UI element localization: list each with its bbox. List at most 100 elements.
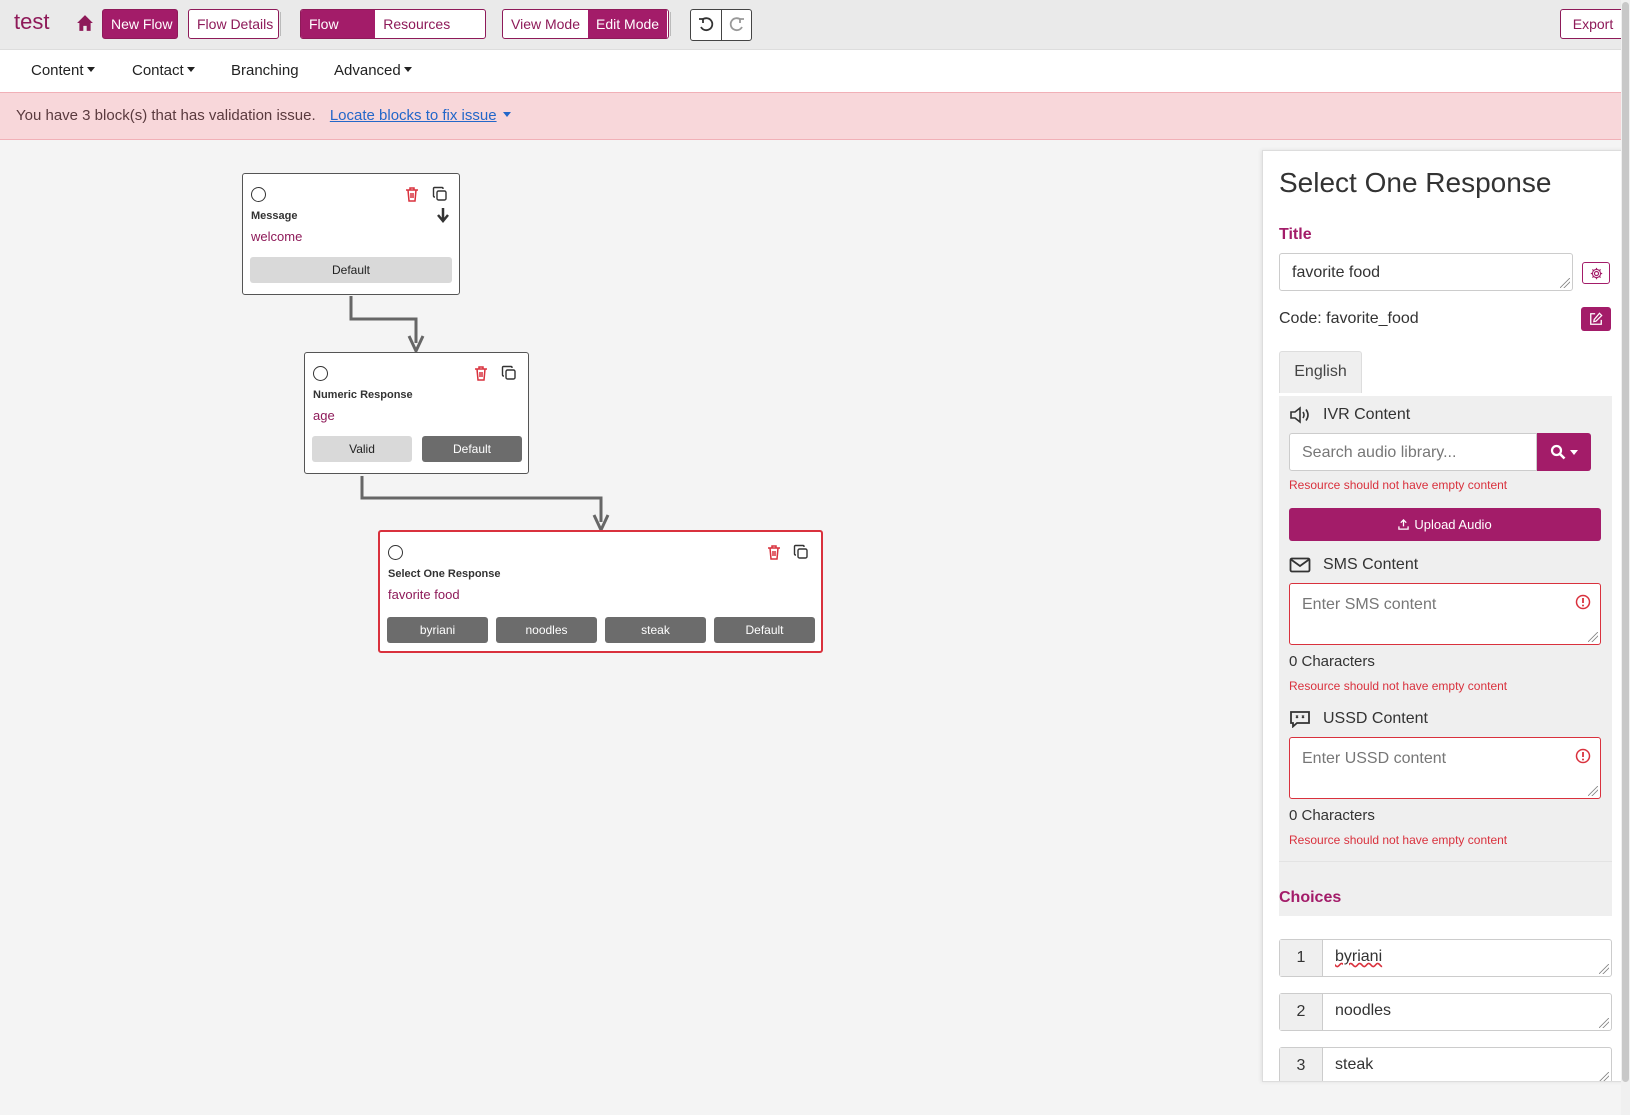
sms-heading-label: SMS Content [1323,556,1419,573]
envelope-icon [1289,557,1311,573]
top-toolbar: test New Flow Flow Details Flow view Res… [0,0,1630,50]
ivr-heading-label: IVR Content [1323,406,1411,424]
trash-icon[interactable] [766,544,782,560]
trash-icon[interactable] [404,186,420,202]
menu-advanced[interactable]: Advanced [334,62,412,79]
flow-view-button[interactable]: Flow view [301,10,376,38]
locate-blocks-link[interactable]: Locate blocks to fix issue [330,107,497,124]
resize-handle[interactable] [1599,1018,1609,1028]
node-label: favorite food [388,587,460,602]
redo-button[interactable] [721,10,751,40]
copy-icon[interactable] [432,186,448,202]
block-editor-panel: Select One Response Title favorite food … [1262,150,1627,1082]
language-tab-content: IVR Content Search audio library... Reso… [1279,396,1612,916]
resize-handle[interactable] [1588,632,1598,642]
block-menu-bar: Content Contact Branching Advanced [0,50,1630,92]
edit-code-button[interactable] [1581,307,1611,331]
resize-handle[interactable] [1599,964,1609,974]
menu-contact[interactable]: Contact [132,62,195,79]
tab-english[interactable]: English [1279,351,1362,393]
node-select-circle[interactable] [388,545,403,560]
copy-icon[interactable] [793,544,809,560]
audio-search-input[interactable]: Search audio library... [1289,433,1537,471]
redo-icon [729,17,744,32]
ussd-character-count: 0 Characters [1289,807,1375,824]
edit-mode-button[interactable]: Edit Mode [588,10,668,38]
choice-number: 1 [1280,940,1323,976]
exit-default[interactable]: Default [714,617,815,643]
exit-default[interactable]: Default [422,436,522,462]
view-toggle-group: Flow view Resources view [300,9,486,39]
search-icon [1550,444,1566,460]
exit-choice-noodles[interactable]: noodles [496,617,597,643]
scrollbar-thumb[interactable] [1622,2,1629,1082]
exit-valid[interactable]: Valid [312,436,412,462]
export-button[interactable]: Export [1560,9,1626,39]
node-select-circle[interactable] [313,366,328,381]
title-input[interactable]: favorite food [1279,253,1573,291]
mode-toggle-group: View Mode Edit Mode [502,9,669,39]
new-flow-button[interactable]: New Flow [102,9,178,39]
caret-down-icon[interactable] [502,112,511,117]
app-title: test [14,9,50,34]
ussd-heading-label: USSD Content [1323,710,1428,728]
exit-default[interactable]: Default [250,257,452,283]
node-type: Numeric Response [313,389,413,401]
choice-row[interactable]: 2 noodles [1279,993,1612,1031]
page-scrollbar[interactable] [1621,0,1630,1115]
validation-alert: You have 3 block(s) that has validation … [0,92,1630,140]
edit-icon [1590,312,1603,325]
flow-node-message[interactable]: Message welcome Default [242,173,460,295]
view-mode-button[interactable]: View Mode [503,10,588,38]
choice-value: byriani [1335,948,1383,965]
ivr-content-heading: IVR Content [1289,406,1410,424]
audio-search-placeholder: Search audio library... [1302,444,1457,461]
flow-node-select-one-response[interactable]: Select One Response favorite food byrian… [378,530,823,653]
menu-branching[interactable]: Branching [231,62,299,79]
choice-number: 2 [1280,994,1323,1030]
caret-down-icon [86,67,95,72]
undo-button[interactable] [691,10,721,40]
upload-audio-label: Upload Audio [1414,517,1492,532]
node-select-circle[interactable] [251,187,266,202]
exit-choice-byriani[interactable]: byriani [387,617,488,643]
sms-character-count: 0 Characters [1289,653,1375,670]
toolbar-divider [670,12,671,36]
home-icon[interactable] [76,14,94,32]
exit-choice-steak[interactable]: steak [605,617,706,643]
copy-icon[interactable] [501,365,517,381]
node-type: Message [251,210,298,222]
resize-handle[interactable] [1560,278,1570,288]
ivr-error-text: Resource should not have empty content [1289,478,1508,492]
choice-value: noodles [1335,1002,1392,1019]
title-input-value: favorite food [1292,264,1381,281]
title-settings-button[interactable] [1582,262,1610,284]
menu-content-label: Content [31,62,84,79]
choice-number: 3 [1280,1048,1323,1081]
alert-message: You have 3 block(s) that has validation … [16,107,316,124]
audio-search-button[interactable] [1537,433,1591,471]
toolbar-divider [280,12,281,36]
resize-handle[interactable] [1599,1072,1609,1081]
choice-row[interactable]: 3 steak [1279,1047,1612,1081]
ussd-content-heading: USSD Content [1289,710,1428,728]
upload-audio-button[interactable]: Upload Audio [1289,508,1601,541]
upload-icon [1398,519,1410,530]
resize-handle[interactable] [1588,786,1598,796]
menu-contact-label: Contact [132,62,184,79]
resources-view-button[interactable]: Resources view [375,10,485,38]
section-divider [1279,861,1612,862]
sms-content-input[interactable]: Enter SMS content [1289,583,1601,645]
choices-label: Choices [1279,889,1342,906]
panel-title: Select One Response [1279,167,1552,198]
choice-row[interactable]: 1 byriani [1279,939,1612,977]
flow-node-numeric-response[interactable]: Numeric Response age Valid Default [304,352,529,474]
flow-details-button[interactable]: Flow Details [188,9,279,39]
error-icon [1575,594,1591,610]
ussd-content-input[interactable]: Enter USSD content [1289,737,1601,799]
trash-icon[interactable] [473,365,489,381]
node-label: welcome [251,229,303,244]
sms-error-text: Resource should not have empty content [1289,679,1508,693]
locate-blocks-label: Locate blocks to fix issue [329,107,497,124]
menu-content[interactable]: Content [31,62,95,79]
